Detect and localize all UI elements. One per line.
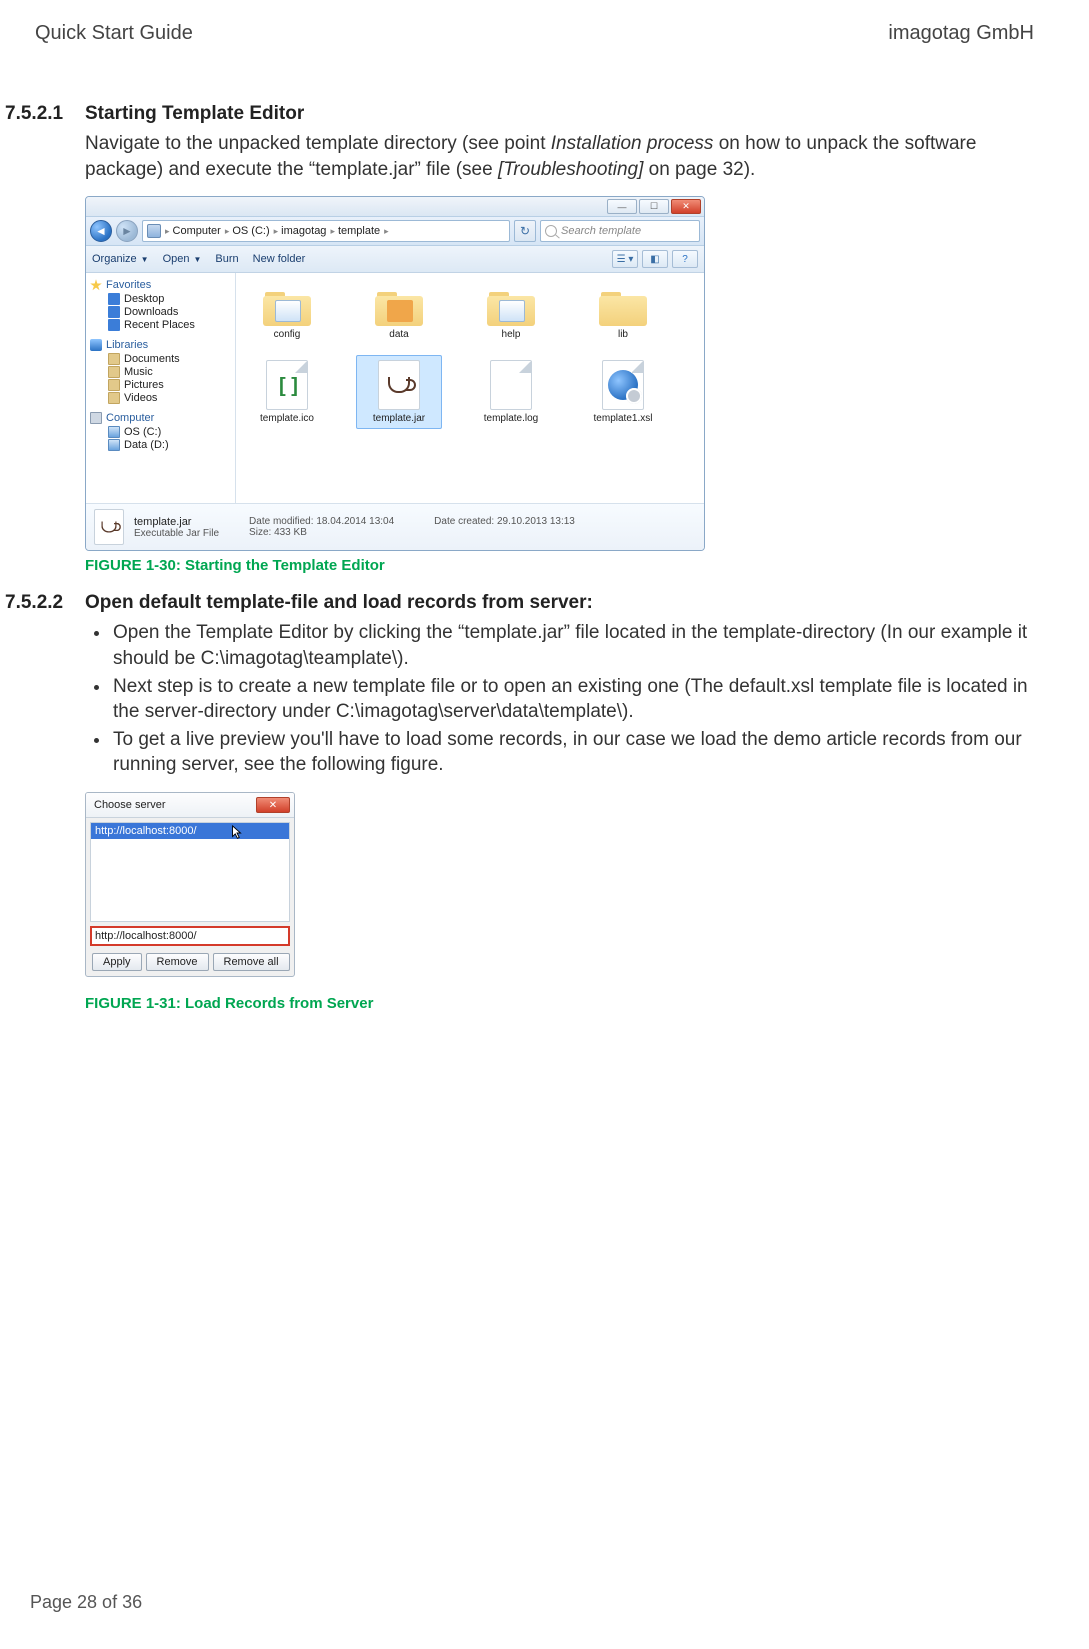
figure-31-caption: FIGURE 1-31: Load Records from Server xyxy=(85,995,1034,1012)
section-title: Open default template-file and load reco… xyxy=(85,592,593,614)
file-template1-xsl[interactable]: template1.xsl xyxy=(580,355,666,429)
folder-lib[interactable]: lib xyxy=(580,283,666,345)
section-title: Starting Template Editor xyxy=(85,103,304,125)
remove-button[interactable]: Remove xyxy=(146,953,209,971)
cursor-icon xyxy=(231,825,243,841)
folder-help[interactable]: help xyxy=(468,283,554,345)
organize-button[interactable]: Organize ▼ xyxy=(92,253,149,265)
search-input[interactable]: Search template xyxy=(540,220,700,242)
tree-favorites[interactable]: Favorites xyxy=(90,279,231,291)
folder-data[interactable]: data xyxy=(356,283,442,345)
minimize-button[interactable]: — xyxy=(607,199,637,214)
help-button[interactable]: ? xyxy=(672,250,698,268)
tree-libraries[interactable]: Libraries xyxy=(90,339,231,351)
details-pane: template.jar Executable Jar File Date mo… xyxy=(86,503,704,550)
address-row: ◄ ► ▸Computer ▸OS (C:) ▸imagotag ▸templa… xyxy=(86,217,704,246)
tree-item-recent[interactable]: Recent Places xyxy=(90,319,231,331)
star-icon xyxy=(90,279,102,291)
nav-forward-button[interactable]: ► xyxy=(116,220,138,242)
section-7522-bullets: Open the Template Editor by clicking the… xyxy=(111,620,1034,778)
tree-computer[interactable]: Computer xyxy=(90,412,231,424)
refresh-button[interactable]: ↻ xyxy=(514,220,536,242)
file-area: config data help lib [ ]template.ico tem… xyxy=(236,273,704,503)
close-button[interactable]: ✕ xyxy=(671,199,701,214)
computer-icon xyxy=(147,224,161,238)
jar-icon xyxy=(94,509,124,545)
file-template-jar[interactable]: template.jar xyxy=(356,355,442,429)
list-item: Next step is to create a new template fi… xyxy=(111,674,1034,725)
close-button[interactable]: ✕ xyxy=(256,797,290,813)
section-7522: 7.5.2.2 Open default template-file and l… xyxy=(5,592,1034,614)
folder-config[interactable]: config xyxy=(244,283,330,345)
section-number: 7.5.2.2 xyxy=(5,592,85,614)
tree-item-music[interactable]: Music xyxy=(90,366,231,378)
explorer-body: Favorites Desktop Downloads Recent Place… xyxy=(86,273,704,503)
server-list-item[interactable]: http://localhost:8000/ xyxy=(91,823,289,839)
list-item: Open the Template Editor by clicking the… xyxy=(111,620,1034,671)
view-mode-button[interactable]: ☰ ▾ xyxy=(612,250,638,268)
header-left: Quick Start Guide xyxy=(35,22,193,45)
explorer-toolbar: Organize ▼ Open ▼ Burn New folder ☰ ▾ ◧ … xyxy=(86,246,704,273)
figure-30-caption: FIGURE 1-30: Starting the Template Edito… xyxy=(85,557,1034,574)
section-7521: 7.5.2.1 Starting Template Editor xyxy=(5,103,1034,125)
section-7521-body: Navigate to the unpacked template direct… xyxy=(85,131,1034,182)
section-number: 7.5.2.1 xyxy=(5,103,85,125)
file-template-log[interactable]: template.log xyxy=(468,355,554,429)
tree-item-downloads[interactable]: Downloads xyxy=(90,306,231,318)
explorer-window: — ☐ ✕ ◄ ► ▸Computer ▸OS (C:) ▸imagotag ▸… xyxy=(85,196,705,551)
nav-tree: Favorites Desktop Downloads Recent Place… xyxy=(86,273,236,503)
computer-icon xyxy=(90,412,102,424)
window-controls: — ☐ ✕ xyxy=(86,197,704,217)
tree-item-desktop[interactable]: Desktop xyxy=(90,293,231,305)
server-list[interactable]: http://localhost:8000/ xyxy=(90,822,290,922)
tree-item-pictures[interactable]: Pictures xyxy=(90,379,231,391)
globe-gear-icon xyxy=(608,370,638,400)
libraries-icon xyxy=(90,339,102,351)
remove-all-button[interactable]: Remove all xyxy=(213,953,290,971)
address-bar[interactable]: ▸Computer ▸OS (C:) ▸imagotag ▸template ▸ xyxy=(142,220,510,242)
server-url-input[interactable]: http://localhost:8000/ xyxy=(90,926,290,946)
dialog-title: Choose server xyxy=(94,799,166,811)
file-template-ico[interactable]: [ ]template.ico xyxy=(244,355,330,429)
choose-server-dialog: Choose server ✕ http://localhost:8000/ h… xyxy=(85,792,295,977)
tree-item-documents[interactable]: Documents xyxy=(90,353,231,365)
list-item: To get a live preview you'll have to loa… xyxy=(111,727,1034,778)
page-header: Quick Start Guide imagotag GmbH xyxy=(5,22,1034,85)
tree-item-osc[interactable]: OS (C:) xyxy=(90,426,231,438)
maximize-button[interactable]: ☐ xyxy=(639,199,669,214)
nav-back-button[interactable]: ◄ xyxy=(90,220,112,242)
newfolder-button[interactable]: New folder xyxy=(253,253,306,265)
page-footer: Page 28 of 36 xyxy=(30,1592,142,1613)
header-right: imagotag GmbH xyxy=(888,22,1034,45)
dialog-titlebar: Choose server ✕ xyxy=(86,793,294,818)
tree-item-datad[interactable]: Data (D:) xyxy=(90,439,231,451)
apply-button[interactable]: Apply xyxy=(92,953,142,971)
dialog-buttons: Apply Remove Remove all xyxy=(86,948,294,976)
burn-button[interactable]: Burn xyxy=(215,253,238,265)
search-icon xyxy=(545,225,557,237)
open-button[interactable]: Open ▼ xyxy=(163,253,202,265)
preview-pane-button[interactable]: ◧ xyxy=(642,250,668,268)
tree-item-videos[interactable]: Videos xyxy=(90,392,231,404)
